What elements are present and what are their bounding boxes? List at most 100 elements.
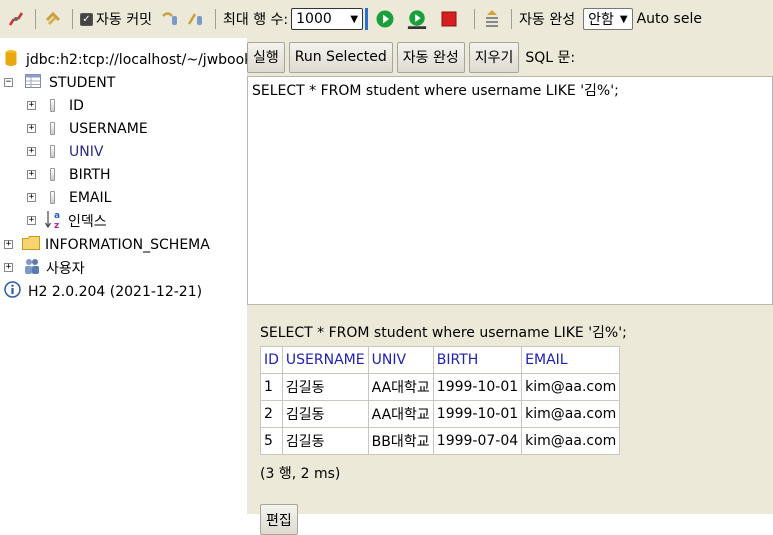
tree-version: H2 2.0.204 (2021-12-21) xyxy=(4,280,202,303)
table-cell: 1999-10-01 xyxy=(432,400,523,428)
folder-icon xyxy=(22,235,40,254)
column-name: EMAIL xyxy=(69,189,112,206)
column-header[interactable]: ID xyxy=(260,346,283,374)
tree-column-username[interactable]: + USERNAME xyxy=(27,117,148,140)
disconnect-icon[interactable] xyxy=(6,9,26,29)
toolbar-separator xyxy=(35,9,36,29)
stop-icon[interactable] xyxy=(439,9,459,29)
column-header[interactable]: USERNAME xyxy=(281,346,369,374)
focus-marker xyxy=(365,8,369,30)
column-name: USERNAME xyxy=(69,120,148,137)
expand-icon[interactable]: + xyxy=(4,240,13,249)
table-row: 5 김길동 BB대학교 1999-07-04 kim@aa.com xyxy=(260,427,621,455)
autoselect-label: Auto sele xyxy=(636,11,702,27)
version-label: H2 2.0.204 (2021-12-21) xyxy=(28,283,203,300)
tree-column-univ[interactable]: + UNIV xyxy=(27,140,103,163)
result-panel: SELECT * FROM student where username LIK… xyxy=(247,305,773,535)
autocomplete-label: 자동 완성 xyxy=(519,12,576,28)
table-cell: 1999-10-01 xyxy=(432,373,523,401)
toolbar-separator xyxy=(72,9,73,29)
tree-column-birth[interactable]: + BIRTH xyxy=(27,163,111,186)
tree-users[interactable]: + 사용자 xyxy=(4,256,85,279)
table-row: 2 김길동 AA대학교 1999-10-01 kim@aa.com xyxy=(260,400,621,428)
run-selected-button[interactable]: Run Selected xyxy=(288,41,393,73)
toolbar-separator xyxy=(474,9,476,29)
max-rows-select[interactable]: 1000 ▼ xyxy=(291,8,364,30)
column-icon xyxy=(50,168,55,181)
database-icon xyxy=(4,49,18,71)
table-cell: 5 xyxy=(260,427,283,455)
run-selected-icon[interactable] xyxy=(407,9,427,29)
autocomplete-select[interactable]: 안함 ▼ xyxy=(583,8,633,30)
expand-icon[interactable]: + xyxy=(27,101,36,110)
autocommit-checkbox[interactable]: ✓ xyxy=(80,12,93,26)
chevron-down-icon: ▼ xyxy=(350,13,359,25)
table-cell: BB대학교 xyxy=(367,427,434,455)
column-icon xyxy=(50,99,55,112)
table-header-row: ID USERNAME UNIV BIRTH EMAIL xyxy=(260,346,621,374)
toolbar-separator xyxy=(214,9,216,29)
schema-tree: jdbc:h2:tcp://localhost/~/jwbookdb − STU… xyxy=(0,38,247,514)
tree-column-email[interactable]: + EMAIL xyxy=(27,186,111,209)
column-name: UNIV xyxy=(69,143,104,160)
commit-icon[interactable] xyxy=(186,9,206,29)
row-count: (3 행, 2 ms) xyxy=(260,466,341,482)
max-rows-label: 최대 행 수: xyxy=(222,12,289,28)
expand-icon[interactable]: + xyxy=(4,263,13,272)
expand-icon[interactable]: + xyxy=(27,147,36,156)
svg-text:a: a xyxy=(54,211,60,221)
table-cell: 김길동 xyxy=(281,400,369,428)
run-button[interactable]: 실행 xyxy=(247,41,285,73)
table-cell: AA대학교 xyxy=(367,373,434,401)
table-cell: 김길동 xyxy=(281,373,369,401)
column-icon xyxy=(50,122,55,135)
autocommit-label: 자동 커밋 xyxy=(96,12,152,28)
users-icon xyxy=(23,257,41,279)
rollback-icon[interactable] xyxy=(160,9,180,29)
table-cell: kim@aa.com xyxy=(521,373,621,401)
max-rows-value: 1000 xyxy=(296,11,332,27)
table-cell: 1 xyxy=(260,373,283,401)
sql-text: SELECT * FROM student where username LIK… xyxy=(252,83,619,99)
index-icon: az xyxy=(44,209,64,233)
query-button-bar: 실행 Run Selected 자동 완성 지우기 SQL 문: xyxy=(247,38,773,76)
connection-url: jdbc:h2:tcp://localhost/~/jwbookdb xyxy=(26,51,247,68)
table-cell: AA대학교 xyxy=(367,400,434,428)
svg-text:z: z xyxy=(54,221,59,229)
refresh-icon[interactable] xyxy=(43,9,63,29)
collapse-icon[interactable]: − xyxy=(4,78,13,87)
table-cell: 2 xyxy=(260,400,283,428)
column-name: ID xyxy=(69,97,84,114)
column-icon xyxy=(50,145,55,158)
column-name: BIRTH xyxy=(69,166,111,183)
table-cell: kim@aa.com xyxy=(521,427,621,455)
sql-editor[interactable]: SELECT * FROM student where username LIK… xyxy=(247,76,773,305)
schema-name: INFORMATION_SCHEMA xyxy=(45,236,210,253)
tree-column-id[interactable]: + ID xyxy=(27,94,84,117)
expand-icon[interactable]: + xyxy=(27,124,36,133)
column-header[interactable]: UNIV xyxy=(367,346,434,374)
column-header[interactable]: EMAIL xyxy=(521,346,621,374)
result-table: ID USERNAME UNIV BIRTH EMAIL 1 김길동 AA대학교… xyxy=(260,346,621,455)
tree-table-student[interactable]: − STUDENT xyxy=(4,71,115,94)
sql-statement-label: SQL 문: xyxy=(525,50,576,66)
edit-button[interactable]: 편집 xyxy=(260,504,298,535)
expand-icon[interactable]: + xyxy=(27,193,36,202)
tree-information-schema[interactable]: + INFORMATION_SCHEMA xyxy=(4,233,210,256)
table-name: STUDENT xyxy=(49,74,116,91)
table-cell: 김길동 xyxy=(281,427,369,455)
clear-button[interactable]: 지우기 xyxy=(468,41,520,73)
autocomplete-button[interactable]: 자동 완성 xyxy=(396,41,465,73)
indexes-label: 인덱스 xyxy=(68,213,107,230)
tree-indexes[interactable]: + az 인덱스 xyxy=(27,209,107,232)
tree-connection[interactable]: jdbc:h2:tcp://localhost/~/jwbookdb xyxy=(4,48,247,71)
history-icon[interactable] xyxy=(482,9,502,29)
autocomplete-value: 안함 xyxy=(588,12,614,28)
column-icon xyxy=(50,191,55,204)
chevron-down-icon: ▼ xyxy=(619,13,628,25)
run-icon[interactable] xyxy=(375,9,395,29)
expand-icon[interactable]: + xyxy=(27,170,36,179)
expand-icon[interactable]: + xyxy=(27,216,36,225)
table-cell: kim@aa.com xyxy=(521,400,621,428)
column-header[interactable]: BIRTH xyxy=(432,346,523,374)
